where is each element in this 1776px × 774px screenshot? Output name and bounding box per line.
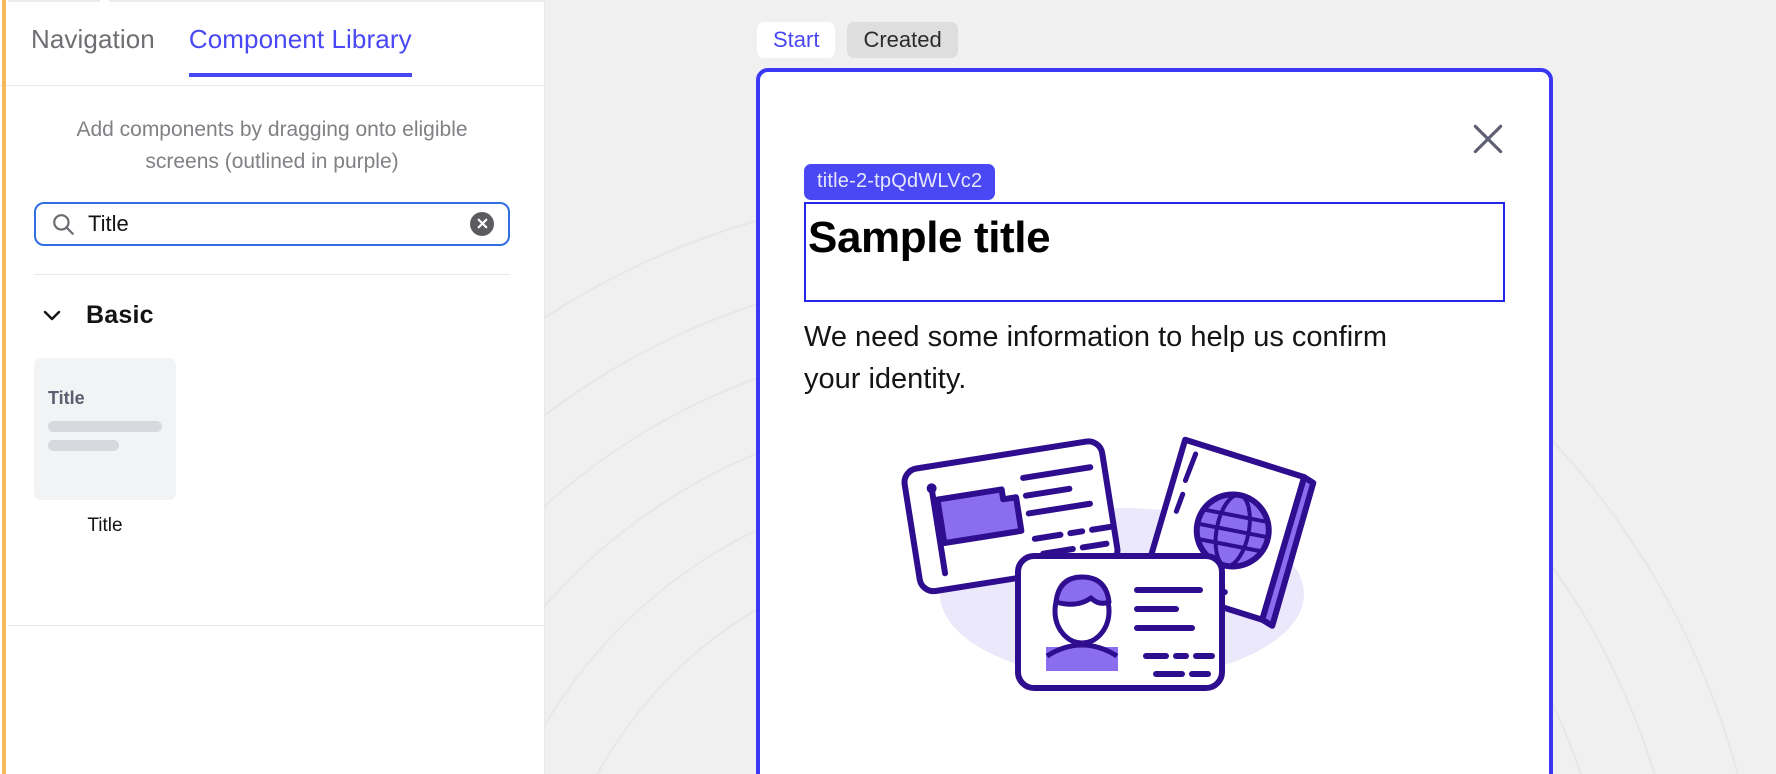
- sidebar-hint-text: Add components by dragging onto eligible…: [76, 118, 468, 173]
- screen-subtitle: We need some information to help us conf…: [804, 321, 1387, 396]
- selected-node-badge: title-2-tpQdWLVc2: [804, 164, 996, 200]
- screen-title: Sample title: [808, 213, 1051, 262]
- selected-title-component[interactable]: Sample title: [804, 202, 1505, 303]
- close-icon[interactable]: [1469, 120, 1507, 158]
- search-icon: [50, 211, 76, 237]
- component-grid: Title Title: [0, 330, 544, 537]
- thumbnail-placeholder-line: [48, 420, 162, 432]
- sidebar-tabs: Navigation Component Library: [0, 0, 544, 86]
- chevron-down-icon: [40, 303, 64, 327]
- screen-tab-created[interactable]: Created: [847, 22, 958, 58]
- thumbnail-placeholder-line: [48, 439, 119, 451]
- group-header-basic[interactable]: Basic: [0, 301, 544, 330]
- screen-tab-bar: Start Created: [757, 22, 958, 58]
- component-thumbnail: Title: [34, 357, 176, 500]
- tab-navigation[interactable]: Navigation: [31, 24, 155, 61]
- component-group-basic: Basic Title Title: [0, 275, 544, 537]
- thumbnail-title-text: Title: [48, 387, 85, 408]
- clear-search-button[interactable]: [470, 211, 494, 236]
- search-input-value[interactable]: Title: [88, 211, 470, 237]
- sidebar-bottom-divider: [8, 625, 544, 626]
- component-label: Title: [87, 514, 123, 536]
- canvas-area: Start Created title-2-tpQdWLVc2 Sample t…: [545, 0, 1776, 774]
- screen-tab-start[interactable]: Start: [757, 22, 836, 58]
- app-root: Navigation Component Library Add compone…: [0, 0, 1776, 774]
- device-content: title-2-tpQdWLVc2 Sample title We need s…: [760, 72, 1549, 714]
- component-card-title[interactable]: Title Title: [34, 357, 176, 537]
- search-area: Title: [0, 178, 544, 275]
- left-accent-bar: [2, 0, 6, 774]
- tab-component-library[interactable]: Component Library: [188, 24, 412, 77]
- group-title: Basic: [86, 300, 154, 329]
- identity-documents-illustration: [900, 434, 1340, 714]
- component-sidebar: Navigation Component Library Add compone…: [0, 0, 545, 774]
- device-preview-frame[interactable]: title-2-tpQdWLVc2 Sample title We need s…: [756, 68, 1553, 774]
- search-input[interactable]: Title: [34, 201, 510, 246]
